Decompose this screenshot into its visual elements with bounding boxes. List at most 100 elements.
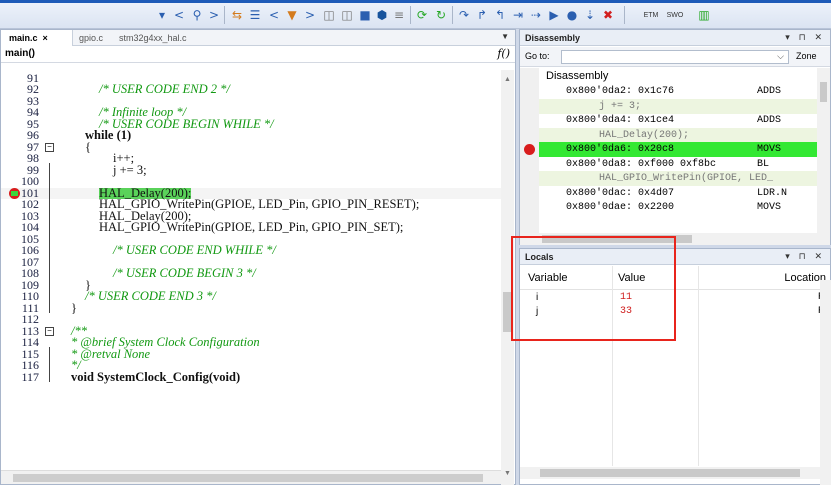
scroll-thumb[interactable] (540, 469, 800, 477)
reload-icon[interactable]: ↻ (433, 7, 449, 23)
disassembly-row[interactable]: HAL_GPIO_WritePin(GPIOE, LED_ (539, 171, 817, 186)
step-icon[interactable]: ⇆ (229, 7, 245, 23)
code-line[interactable]: 98 i++; (1, 152, 501, 165)
function-name: main() (5, 48, 35, 59)
code-line[interactable]: 104 HAL_GPIO_WritePin(GPIOE, LED_Pin, GPI… (1, 220, 501, 234)
code-line[interactable]: 97{− (1, 139, 501, 154)
code-text: HAL_GPIO_WritePin(GPIOE, LED_Pin, GPIO_P… (99, 220, 404, 234)
right-scroll-strip[interactable] (820, 280, 831, 485)
stop-red-icon[interactable]: ✖ (600, 7, 616, 23)
code-line[interactable]: 100 (1, 175, 501, 188)
code-line[interactable]: 117 void SystemClock_Config(void) (1, 369, 501, 384)
disassembly-row[interactable]: 0x800'0da8: 0xf000 0xf8bc BL (539, 157, 817, 172)
shield-icon[interactable]: ⬢ (374, 7, 390, 23)
pane-controls[interactable]: ▾ ⊓ ✕ (785, 30, 825, 46)
step-over-icon[interactable]: ↱ (474, 7, 490, 23)
code-line[interactable]: 92/* USER CODE END 2 */ (1, 83, 501, 96)
pane-controls[interactable]: ▾ ⊓ ✕ (785, 249, 825, 265)
download-icon[interactable]: ⇣ (582, 7, 598, 23)
toolbar-separator (410, 6, 411, 24)
code-line[interactable]: 91 (1, 72, 501, 85)
back-icon[interactable]: < (171, 7, 187, 23)
window-icon[interactable]: ■ (357, 7, 373, 23)
chevron-down-icon[interactable]: ▼ (501, 32, 509, 41)
tab-gpio-c[interactable]: gpio.c (71, 30, 111, 46)
disassembly-row[interactable]: 0x800'0da4: 0x1ce4 ADDS (539, 113, 817, 128)
code-text: void SystemClock_Config(void) (71, 369, 241, 384)
fold-toggle-icon[interactable]: − (45, 326, 54, 336)
code-line[interactable]: 109} (1, 279, 501, 292)
run-to-icon[interactable]: ⇥ (510, 7, 526, 23)
code-line[interactable]: 96 while (1) (1, 128, 501, 142)
scroll-thumb[interactable] (13, 474, 483, 482)
code-text: { (85, 139, 91, 154)
list-icon[interactable]: ☰ (247, 7, 263, 23)
bookmark-icon[interactable]: ▼ (284, 7, 300, 23)
code-text: /* USER CODE BEGIN 3 */ (113, 266, 256, 280)
step-into-icon[interactable]: ↷ (456, 7, 472, 23)
step-out-icon[interactable]: ↰ (492, 7, 508, 23)
toolbar-separator (224, 6, 225, 24)
chevron-down-icon[interactable]: ⌵ (777, 51, 784, 62)
etm-label: ETM (643, 11, 659, 19)
disassembly-gutter[interactable] (520, 68, 539, 233)
disassembly-body[interactable]: Disassembly 0x800'0da2: 0x1c76 ADDS j += 3;… (539, 68, 817, 233)
scroll-down-icon[interactable]: ▼ (504, 470, 511, 477)
source-line: HAL_Delay(200); (599, 129, 690, 141)
tab-stm32g4xx-hal-c[interactable]: stm32g4xx_hal.c (111, 30, 211, 46)
horizontal-scrollbar[interactable] (520, 467, 830, 479)
code-line[interactable]: 102 HAL_GPIO_WritePin(GPIOE, LED_Pin, GPI… (1, 198, 501, 211)
disassembly-row[interactable]: j += 3; (539, 98, 817, 114)
instruction-address: 0x800'0da4: 0x1ce4 (566, 115, 675, 126)
disassembly-row[interactable]: 0x800'0dae: 0x2200 MOVS (539, 200, 817, 215)
dropdown-icon[interactable]: ▾ (154, 7, 170, 23)
function-icon: f() (497, 47, 510, 60)
back-icon[interactable]: < (266, 7, 282, 23)
code-line[interactable]: 95/* USER CODE BEGIN WHILE */ (1, 118, 501, 131)
code-area[interactable]: 90/* USER CODE BEGIN 2 */9192/* USER COD… (1, 70, 501, 462)
goto-row: Go to: ⌵ Zone (520, 47, 830, 67)
code-line[interactable]: 108/* USER CODE BEGIN 3 */ (1, 266, 501, 280)
prev-page-icon[interactable]: ◫ (321, 7, 337, 23)
code-line[interactable]: 111} (1, 302, 501, 315)
column-location[interactable]: Location (700, 272, 826, 284)
disassembly-row[interactable]: 0x800'0da6: 0x20c8 MOVS (539, 142, 817, 157)
next-page-icon[interactable]: ◫ (339, 7, 355, 23)
highlight-box (511, 236, 676, 341)
code-line[interactable]: 93 (1, 95, 501, 108)
zone-button[interactable]: Zone (796, 51, 817, 61)
fold-toggle-icon[interactable]: − (45, 142, 54, 152)
stop-icon[interactable]: ● (564, 7, 580, 23)
horizontal-scrollbar[interactable] (1, 470, 501, 484)
close-icon[interactable]: × (43, 33, 48, 43)
instruction-address: 0x800'0da6: 0x20c8 (566, 144, 675, 155)
code-line[interactable]: 99 j += 3; (1, 164, 501, 177)
instruction-mnemonic: LDR.N (757, 187, 788, 199)
vertical-scrollbar[interactable] (817, 68, 830, 233)
pane-title: Disassembly (520, 30, 830, 46)
scroll-thumb[interactable] (820, 82, 827, 102)
tab-main-c[interactable]: main.c × (1, 30, 73, 46)
fold-guide (49, 163, 50, 313)
refresh-icon[interactable]: ⟳ (414, 7, 430, 23)
instruction-address: 0x800'0dac: 0x4d07 (566, 187, 675, 199)
disassembly-row[interactable]: HAL_Delay(200); (539, 127, 817, 143)
step-line-icon[interactable]: ⇢ (528, 7, 544, 23)
forward-icon[interactable]: > (206, 7, 222, 23)
disassembly-row[interactable]: 0x800'0dac: 0x4d07 LDR.N (539, 186, 817, 201)
forward-icon[interactable]: > (302, 7, 318, 23)
search-icon[interactable]: ⚲ (189, 7, 205, 23)
disassembly-row[interactable]: 0x800'0da2: 0x1c76 ADDS (539, 84, 817, 99)
breakpoint-icon[interactable] (524, 144, 535, 155)
breakpoint-icon[interactable] (9, 187, 20, 199)
chart-icon[interactable]: ▥ (696, 7, 712, 23)
code-text: while (1) (85, 128, 132, 142)
etm-icon[interactable]: ETM (640, 7, 662, 23)
run-icon[interactable]: ▶ (546, 7, 562, 23)
function-bar[interactable]: main() f() (1, 46, 515, 63)
goto-input[interactable]: ⌵ (561, 50, 789, 64)
swo-icon[interactable]: SWO (664, 7, 686, 23)
scroll-up-icon[interactable]: ▲ (504, 76, 511, 83)
menu-icon[interactable]: ≡ (391, 7, 407, 23)
code-line[interactable]: 106/* USER CODE END WHILE */ (1, 244, 501, 257)
